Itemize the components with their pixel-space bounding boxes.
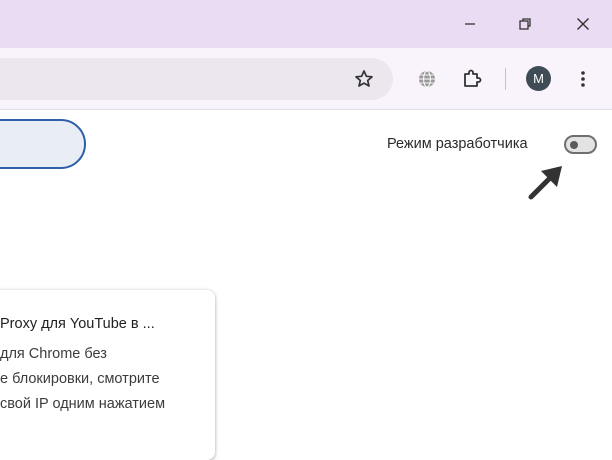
kebab-menu-icon <box>581 71 585 87</box>
arrow-pointer-icon <box>524 160 566 207</box>
bookmark-button[interactable] <box>351 66 377 92</box>
extension-description-line: свой IP одним нажатием <box>0 396 166 412</box>
globe-icon <box>419 70 435 88</box>
minimize-icon <box>465 23 475 25</box>
extensions-button[interactable] <box>459 66 485 92</box>
extension-description-line: для Chrome без <box>0 346 107 362</box>
puzzle-icon <box>464 69 482 87</box>
developer-mode-toggle[interactable] <box>564 135 597 154</box>
minimize-button[interactable] <box>455 10 485 38</box>
restore-button[interactable] <box>510 10 540 38</box>
close-button[interactable] <box>568 10 598 38</box>
vpn-extension-button[interactable] <box>414 66 440 92</box>
browser-toolbar: M <box>0 48 612 110</box>
star-icon <box>355 70 373 87</box>
close-icon <box>577 18 589 30</box>
toolbar-divider <box>505 68 506 90</box>
address-bar[interactable] <box>0 58 393 100</box>
extension-title: Proxy для YouTube в ... <box>0 316 155 332</box>
restore-icon <box>519 18 531 30</box>
profile-avatar[interactable]: M <box>526 66 551 91</box>
extension-description-line: е блокировки, смотрите <box>0 371 160 387</box>
extensions-search-input[interactable] <box>0 119 86 169</box>
toggle-knob <box>570 140 578 149</box>
extension-card: Proxy для YouTube в ... для Chrome без е… <box>0 290 215 460</box>
chrome-menu-button[interactable] <box>574 66 592 92</box>
window-titlebar <box>0 0 612 48</box>
developer-mode-label: Режим разработчика <box>387 136 528 152</box>
